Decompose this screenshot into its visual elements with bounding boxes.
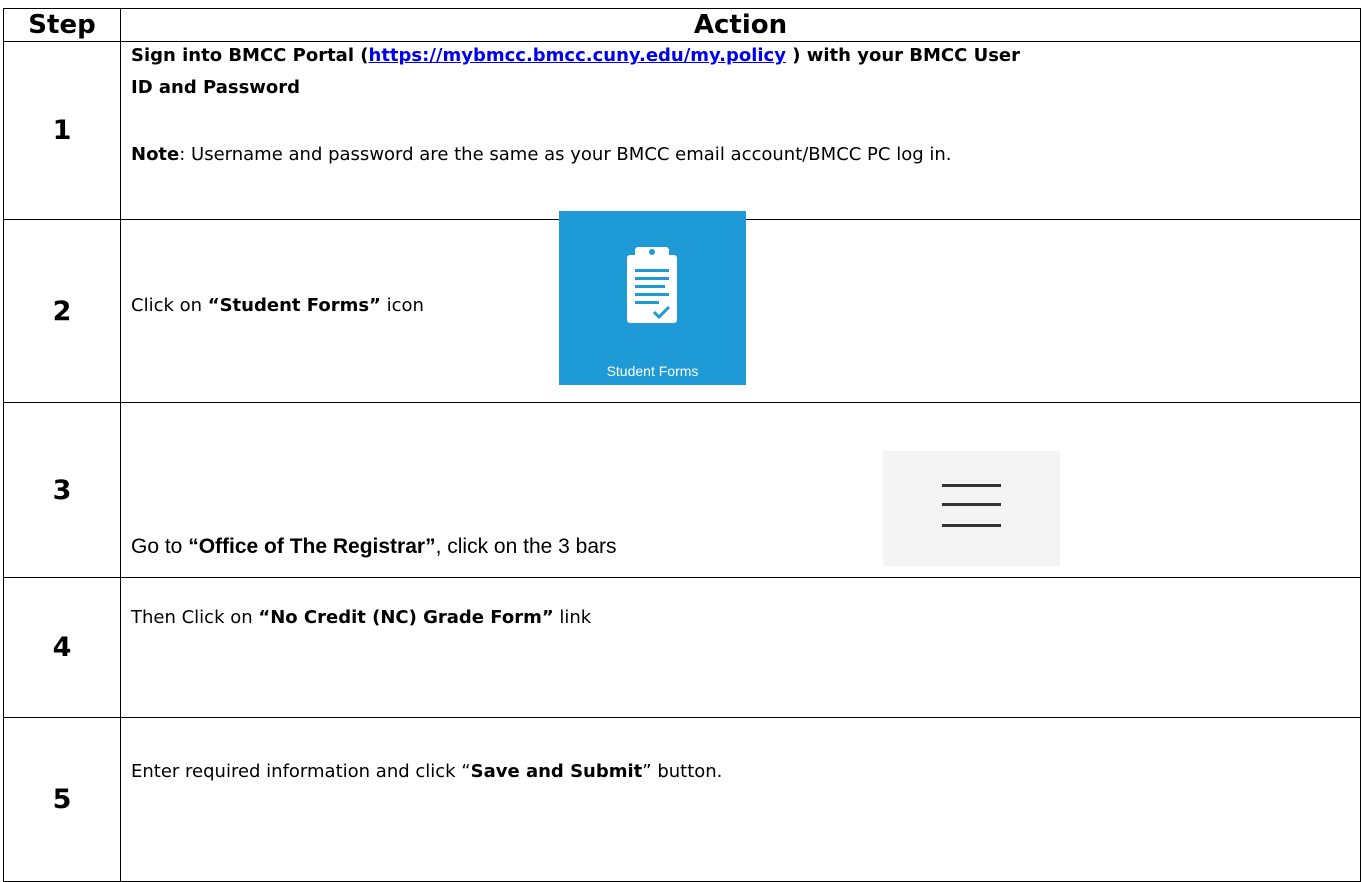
step-action: Then Click on “No Credit (NC) Grade Form… bbox=[120, 577, 1361, 718]
step-number: 2 bbox=[3, 219, 121, 403]
step-action: Click on “Student Forms” icon Student Fo… bbox=[120, 211, 1361, 403]
header-step: Step bbox=[3, 8, 121, 42]
table-row: 5 Enter required information and click “… bbox=[3, 717, 1361, 882]
menu-bar bbox=[942, 484, 1001, 487]
hamburger-menu-icon[interactable] bbox=[883, 451, 1060, 566]
table-row: 1 Sign into BMCC Portal (https://mybmcc.… bbox=[3, 41, 1361, 220]
table-row: 2 Click on “Student Forms” icon Student … bbox=[3, 211, 1361, 403]
step-4-text: Then Click on “No Credit (NC) Grade Form… bbox=[131, 607, 592, 628]
note-label: Note bbox=[131, 144, 180, 165]
step-number: 4 bbox=[3, 577, 121, 718]
steps-table: Step Action 1 Sign into BMCC Portal (htt… bbox=[3, 8, 1361, 882]
clipboard-check-icon bbox=[627, 247, 677, 323]
student-forms-tile[interactable]: Student Forms bbox=[559, 211, 746, 385]
table-row: 4 Then Click on “No Credit (NC) Grade Fo… bbox=[3, 577, 1361, 718]
menu-bar bbox=[942, 503, 1001, 506]
student-forms-label: Student Forms bbox=[606, 363, 699, 379]
step-action: Enter required information and click “Sa… bbox=[120, 717, 1361, 882]
table-header-row: Step Action bbox=[3, 8, 1361, 42]
table-row: 3 Go to “Office of The Registrar”, click… bbox=[3, 402, 1361, 578]
portal-link[interactable]: https://mybmcc.bmcc.cuny.edu/my.policy bbox=[369, 45, 786, 66]
step-5-text: Enter required information and click “Sa… bbox=[131, 761, 723, 782]
header-action: Action bbox=[120, 8, 1361, 42]
step-number: 5 bbox=[3, 717, 121, 882]
step-action: Go to “Office of The Registrar”, click o… bbox=[120, 402, 1361, 578]
step-1-line-2: ID and Password bbox=[131, 77, 301, 98]
menu-bar bbox=[942, 524, 1001, 527]
step-1-note: Note: Username and password are the same… bbox=[131, 144, 951, 165]
step-2-text: Click on “Student Forms” icon bbox=[131, 295, 424, 316]
step-action: Sign into BMCC Portal (https://mybmcc.bm… bbox=[120, 41, 1361, 220]
step-number: 3 bbox=[3, 402, 121, 578]
step-1-line-1: Sign into BMCC Portal (https://mybmcc.bm… bbox=[131, 45, 1021, 66]
step-3-text: Go to “Office of The Registrar”, click o… bbox=[131, 535, 617, 558]
step-number: 1 bbox=[3, 41, 121, 220]
note-text: : Username and password are the same as … bbox=[179, 144, 952, 165]
